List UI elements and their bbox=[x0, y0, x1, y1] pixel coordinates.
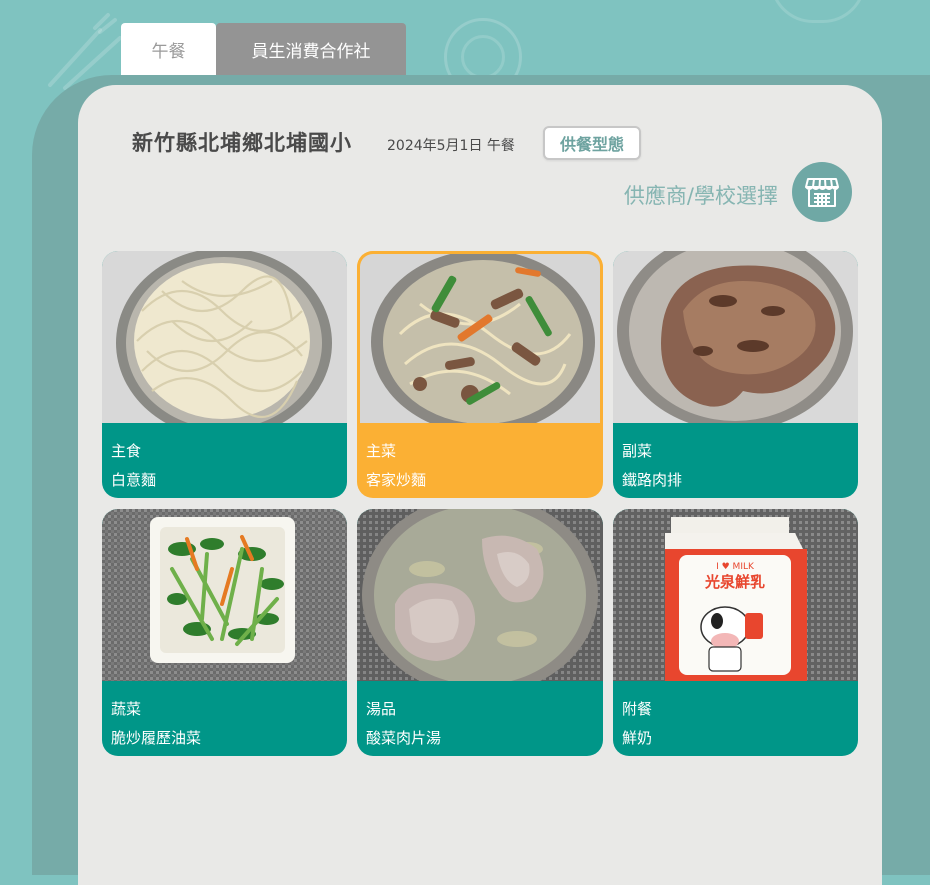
school-name: 新竹縣北埔鄉北埔國小 bbox=[132, 131, 352, 155]
dish-name: 鐵路肉排 bbox=[622, 471, 683, 489]
supplier-school-select-label[interactable]: 供應商/學校選擇 bbox=[624, 180, 778, 210]
dish-category: 附餐 bbox=[622, 700, 653, 718]
dish-card-vegetable[interactable]: 蔬菜 脆炒履歷油菜 bbox=[102, 509, 347, 756]
dish-card-staple[interactable]: 主食 白意麵 bbox=[102, 251, 347, 498]
dish-name: 白意麵 bbox=[111, 471, 157, 489]
dish-category: 湯品 bbox=[366, 700, 397, 718]
dish-card-extra[interactable]: I ♥ MILK 光泉鮮乳 附餐 鮮奶 bbox=[613, 509, 858, 756]
milk-brand-line: I ♥ MILK bbox=[716, 562, 755, 572]
dish-card-side[interactable]: 副菜 鐵路肉排 bbox=[613, 251, 858, 498]
dish-photo-pork-chop bbox=[613, 251, 858, 423]
dish-category: 主食 bbox=[111, 442, 142, 460]
dish-photo-pickled-cabbage-pork-soup bbox=[357, 509, 603, 681]
service-type-button[interactable]: 供餐型態 bbox=[543, 126, 641, 160]
dish-grid: 主食 白意麵 主菜 客家炒麵 副菜 鐵路肉排 蔬菜 脆炒履歷油菜 湯品 酸菜肉片… bbox=[102, 251, 858, 756]
dish-card-main[interactable]: 主菜 客家炒麵 bbox=[357, 251, 603, 498]
dish-name: 脆炒履歷油菜 bbox=[111, 729, 202, 747]
dish-name: 鮮奶 bbox=[622, 729, 653, 747]
milk-brand: 光泉鮮乳 bbox=[704, 573, 765, 591]
meal-date: 2024年5月1日 午餐 bbox=[387, 138, 515, 154]
dish-photo-stir-fried-greens bbox=[102, 509, 347, 681]
dish-name: 酸菜肉片湯 bbox=[366, 729, 442, 747]
tab-lunch[interactable]: 午餐 bbox=[121, 23, 216, 76]
dish-category: 副菜 bbox=[622, 442, 653, 460]
dish-name: 客家炒麵 bbox=[366, 471, 427, 489]
supplier-select-button[interactable] bbox=[792, 162, 852, 222]
tab-coop-store[interactable]: 員生消費合作社 bbox=[216, 23, 406, 76]
menu-card: 新竹縣北埔鄉北埔國小 2024年5月1日 午餐 供餐型態 供應商/學校選擇 主食… bbox=[78, 85, 882, 885]
dish-photo-fresh-milk: I ♥ MILK 光泉鮮乳 bbox=[613, 509, 858, 681]
meal-tabs: 午餐 員生消費合作社 bbox=[121, 23, 406, 76]
background-bowl-decoration bbox=[770, 0, 866, 23]
dish-photo-white-noodles bbox=[102, 251, 347, 423]
dish-category: 蔬菜 bbox=[111, 700, 142, 718]
dish-photo-hakka-fried-noodles bbox=[357, 251, 603, 423]
store-icon bbox=[805, 178, 839, 207]
dish-category: 主菜 bbox=[366, 442, 397, 460]
dish-card-soup[interactable]: 湯品 酸菜肉片湯 bbox=[357, 509, 603, 756]
